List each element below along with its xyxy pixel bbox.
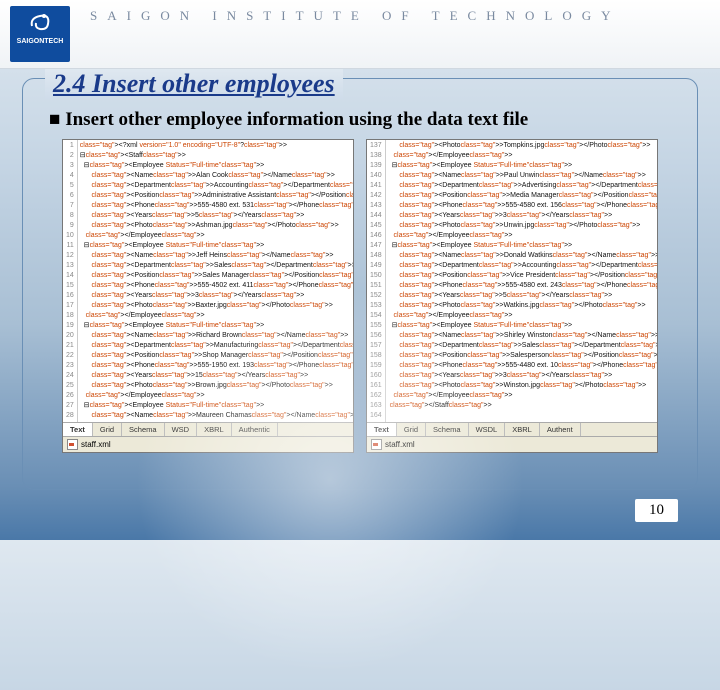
editor-right: 137 138 139 140 141 142 143 144 145 146 … bbox=[366, 139, 658, 453]
view-tabs-left: TextGridSchemaWSDXBRLAuthentic bbox=[63, 422, 353, 436]
view-tab-authentic[interactable]: Authentic bbox=[232, 423, 278, 436]
code-left[interactable]: class="tag"><?xml version="1.0" encoding… bbox=[78, 140, 353, 422]
code-right[interactable]: class="tag"><Photoclass="tag">>Tompkins.… bbox=[386, 140, 657, 422]
view-tab-xbrl[interactable]: XBRL bbox=[505, 423, 540, 436]
gutter-right: 137 138 139 140 141 142 143 144 145 146 … bbox=[367, 140, 386, 422]
view-tab-schema[interactable]: Schema bbox=[122, 423, 165, 436]
logo: SAIGONTECH bbox=[10, 6, 70, 62]
view-tab-wsd[interactable]: WSD bbox=[165, 423, 198, 436]
view-tab-authent[interactable]: Authent bbox=[540, 423, 581, 436]
file-tab-left[interactable]: staff.xml bbox=[63, 436, 353, 452]
swirl-icon bbox=[28, 12, 52, 36]
view-tabs-right: TextGridSchemaWSDLXBRLAuthent bbox=[367, 422, 657, 436]
editor-panes: 1 2 3 4 5 6 7 8 9 10 11 12 13 14 15 16 1… bbox=[41, 139, 679, 453]
file-tab-right[interactable]: staff.xml bbox=[367, 436, 657, 452]
page-number: 10 bbox=[635, 499, 678, 522]
view-tab-schema[interactable]: Schema bbox=[426, 423, 469, 436]
view-tab-wsdl[interactable]: WSDL bbox=[469, 423, 506, 436]
view-tab-text[interactable]: Text bbox=[63, 423, 93, 436]
editor-left: 1 2 3 4 5 6 7 8 9 10 11 12 13 14 15 16 1… bbox=[62, 139, 354, 453]
section-title: 2.4 Insert other employees bbox=[45, 69, 343, 99]
view-tab-grid[interactable]: Grid bbox=[397, 423, 426, 436]
file-icon bbox=[67, 439, 78, 450]
filename-left: staff.xml bbox=[81, 440, 111, 449]
filename-right: staff.xml bbox=[385, 440, 415, 449]
gutter-left: 1 2 3 4 5 6 7 8 9 10 11 12 13 14 15 16 1… bbox=[63, 140, 78, 422]
file-icon bbox=[371, 439, 382, 450]
bullet-text: ■ Insert other employee information usin… bbox=[49, 109, 679, 131]
institution-title: SAIGON INSTITUTE OF TECHNOLOGY bbox=[90, 8, 621, 24]
view-tab-xbrl[interactable]: XBRL bbox=[197, 423, 232, 436]
header-bar: SAIGONTECH SAIGON INSTITUTE OF TECHNOLOG… bbox=[0, 0, 720, 69]
logo-text: SAIGONTECH bbox=[10, 38, 70, 45]
view-tab-text[interactable]: Text bbox=[367, 423, 397, 436]
slide-frame: 2.4 Insert other employees ■ Insert othe… bbox=[22, 78, 698, 490]
view-tab-grid[interactable]: Grid bbox=[93, 423, 122, 436]
